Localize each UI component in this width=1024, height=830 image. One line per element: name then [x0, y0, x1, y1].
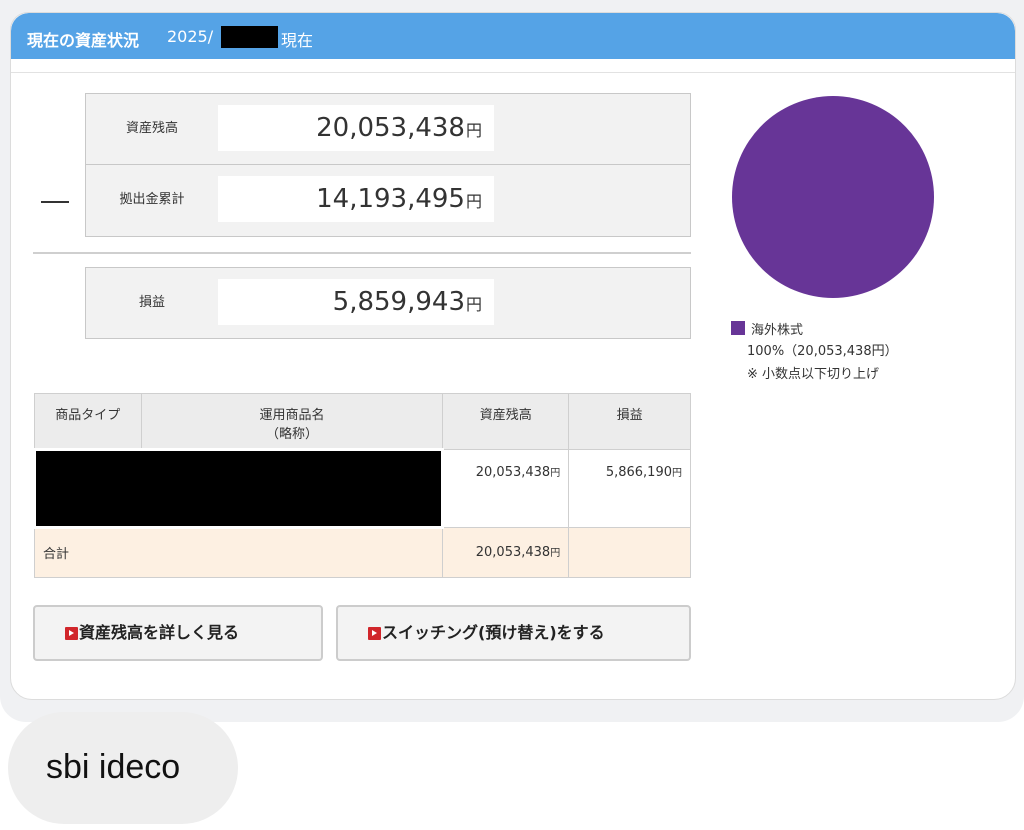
asset-detail-button[interactable]: 資産残高を詳しく見る [33, 605, 323, 661]
holdings-table: 商品タイプ 運用商品名 （略称） 資産残高 損益 20,053,438円 5,86… [32, 393, 691, 578]
content-frame: 現在の資産状況 2025/ 現在 資産残高 20,053,438円 拠出金累計 … [0, 0, 1024, 722]
arrow-icon [65, 627, 78, 640]
col-profit: 損益 [568, 393, 691, 450]
profit-row: 損益 5,859,943円 [86, 268, 690, 338]
sum-separator [33, 252, 691, 254]
profit-value: 5,859,943円 [218, 279, 494, 325]
legend-percent: 100%（20,053,438円） [747, 344, 898, 359]
chat-message-bubble: sbi ideco [8, 712, 238, 824]
minus-sign [41, 201, 69, 203]
card-header: 現在の資産状況 2025/ 現在 [11, 13, 1015, 59]
chat-message-text: sbi ideco [46, 748, 181, 786]
balance-value: 20,053,438円 [218, 105, 494, 151]
asset-detail-label: 資産残高を詳しく見る [79, 623, 240, 642]
col-product-type: 商品タイプ [34, 393, 142, 450]
total-row: 合計 20,053,438円 [33, 527, 691, 578]
switching-button[interactable]: スイッチング(預け替え)をする [336, 605, 691, 661]
pie-slice-foreign-stocks [732, 96, 934, 298]
table-row: 20,053,438円 5,866,190円 [32, 448, 691, 529]
date-suffix: 現在 [281, 31, 314, 50]
redacted-product [32, 448, 445, 529]
contribution-value: 14,193,495円 [218, 176, 494, 222]
card-title: 現在の資産状況 [27, 31, 140, 50]
header-divider [11, 72, 1015, 73]
row-profit: 5,866,190円 [568, 449, 691, 528]
legend-swatch [731, 321, 745, 335]
arrow-icon [368, 627, 381, 640]
contribution-label: 拠出金累計 [119, 192, 185, 207]
total-balance: 20,053,438円 [442, 527, 570, 578]
switching-label: スイッチング(預け替え)をする [382, 623, 605, 642]
table-header-row: 商品タイプ 運用商品名 （略称） 資産残高 損益 [34, 393, 691, 450]
col-balance: 資産残高 [442, 393, 570, 450]
row-balance: 20,053,438円 [442, 449, 570, 528]
balance-label: 資産残高 [125, 121, 178, 136]
col-product-name: 運用商品名 （略称） [140, 393, 444, 450]
rounding-note: ※ 小数点以下切り上げ [747, 367, 880, 382]
profit-box: 損益 5,859,943円 [85, 267, 691, 339]
contribution-row: 拠出金累計 14,193,495円 [86, 165, 690, 235]
balance-row: 資産残高 20,053,438円 [86, 94, 690, 164]
legend-label: 海外株式 [751, 323, 804, 338]
total-profit [568, 527, 691, 578]
total-label: 合計 [33, 527, 444, 578]
profit-label: 損益 [138, 295, 165, 310]
date-prefix: 2025/ [167, 27, 214, 46]
asset-status-card: 現在の資産状況 2025/ 現在 資産残高 20,053,438円 拠出金累計 … [10, 12, 1016, 700]
balance-contribution-box: 資産残高 20,053,438円 拠出金累計 14,193,495円 [85, 93, 691, 237]
redacted-date [221, 26, 278, 48]
allocation-pie-chart [732, 96, 934, 298]
